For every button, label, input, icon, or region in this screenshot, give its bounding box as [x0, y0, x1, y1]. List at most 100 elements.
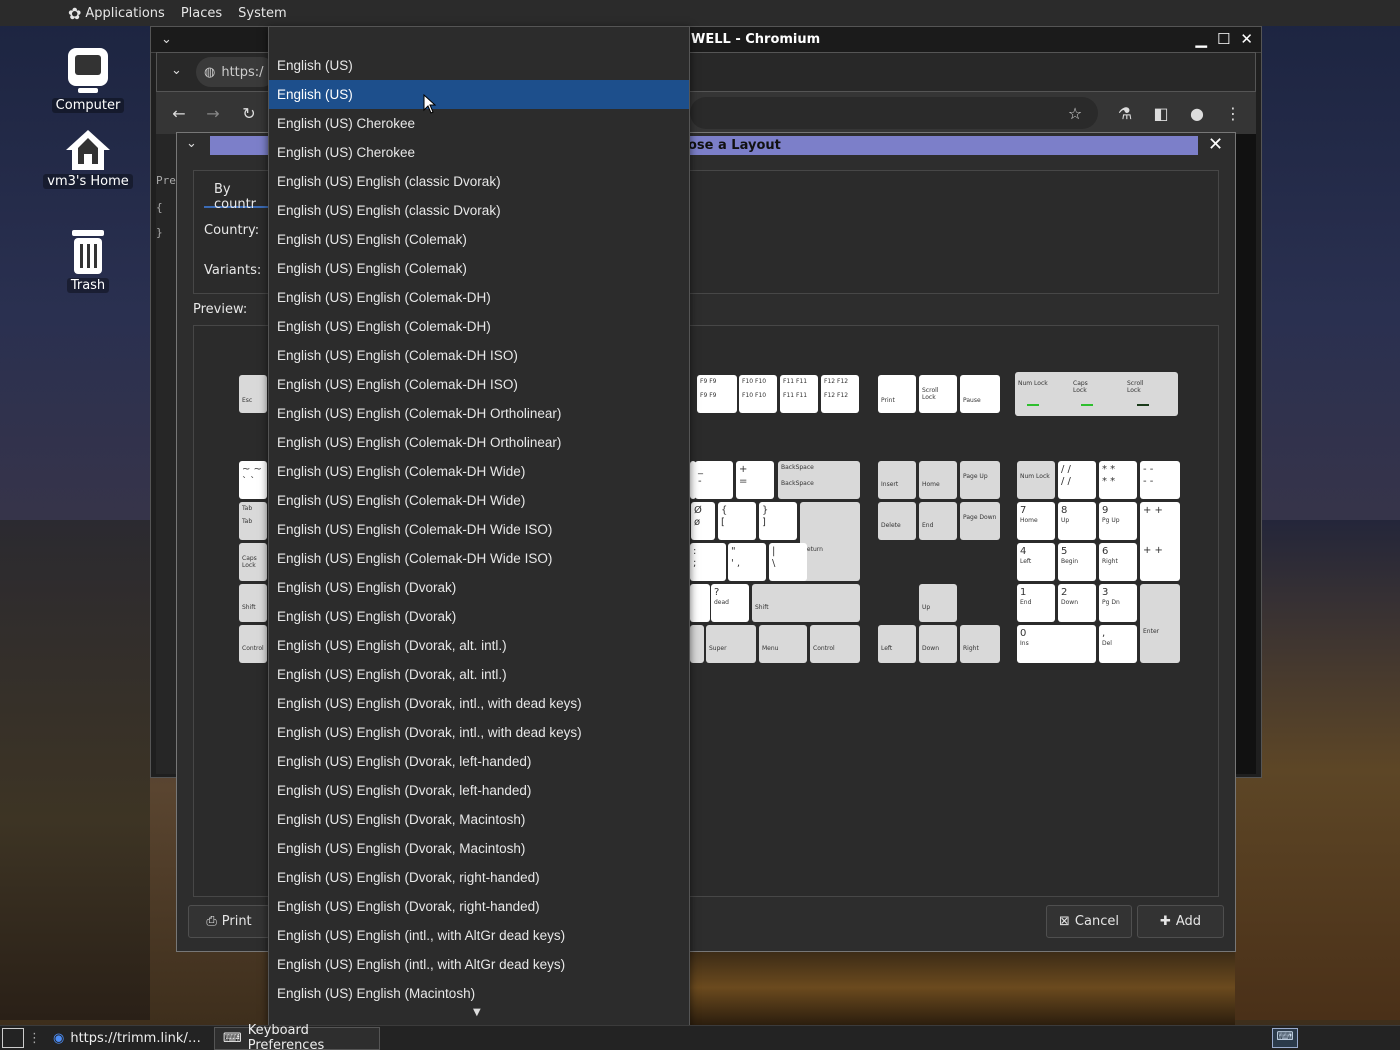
- dropdown-item[interactable]: English (US) English (Dvorak, left-hande…: [269, 776, 689, 805]
- key-kp-5: 5 Begin: [1058, 543, 1096, 581]
- address-tab[interactable]: ◍ https:/: [196, 57, 276, 87]
- dropdown-item[interactable]: English (US) English (Colemak): [269, 225, 689, 254]
- cancel-x-icon: ⊠: [1059, 914, 1070, 929]
- key-kp-minus: - -- -: [1140, 461, 1180, 499]
- dropdown-item[interactable]: English (US) English (Colemak-DH ISO): [269, 370, 689, 399]
- dropdown-item[interactable]: English (US) Cherokee: [269, 138, 689, 167]
- dropdown-item[interactable]: English (US) English (Colemak-DH Wide IS…: [269, 515, 689, 544]
- dropdown-item[interactable]: English (US) English (Dvorak, right-hand…: [269, 863, 689, 892]
- bookmark-star-icon[interactable]: ☆: [1064, 102, 1086, 124]
- dropdown-item[interactable]: English (US) English (Colemak-DH Wide): [269, 486, 689, 515]
- key-f11: F11 F11 F11 F11: [780, 375, 818, 413]
- dropdown-item[interactable]: English (US) English (classic Dvorak): [269, 196, 689, 225]
- key-kp-multiply: * * * *: [1099, 461, 1137, 499]
- key-partial-1: [690, 584, 710, 622]
- dropdown-item[interactable]: English (US) English (Dvorak): [269, 602, 689, 631]
- dropdown-item[interactable]: English (US) English (Colemak-DH Wide IS…: [269, 544, 689, 573]
- key-tab: Tab Tab: [239, 502, 267, 540]
- dropdown-item[interactable]: English (US) English (classic Dvorak): [269, 167, 689, 196]
- dialog-menu-chevron-icon[interactable]: ⌄: [186, 136, 197, 151]
- tab-search-chevron-icon[interactable]: ⌄: [171, 63, 182, 78]
- layout-dropdown-list[interactable]: English (US) English (US) English (US) Che…: [268, 26, 690, 1026]
- profile-icon[interactable]: ●: [1186, 102, 1208, 124]
- add-button[interactable]: ✚ Add: [1137, 905, 1224, 938]
- system-menu[interactable]: System: [238, 6, 286, 21]
- dropdown-item[interactable]: English (US) English (Dvorak, intl., wit…: [269, 718, 689, 747]
- dropdown-item[interactable]: English (US) English (Dvorak, left-hande…: [269, 747, 689, 776]
- more-menu-icon[interactable]: ⋮: [1222, 102, 1244, 124]
- top-panel: ✿ Applications Places System: [0, 0, 1400, 26]
- places-menu[interactable]: Places: [181, 6, 222, 21]
- key-delete: Delete: [878, 502, 916, 540]
- taskbar-item-keyboard-preferences[interactable]: ⌨ Keyboard Preferences: [214, 1023, 380, 1050]
- key-kp-9: 9 Pg Up: [1099, 502, 1137, 540]
- key-return: Return: [800, 502, 860, 581]
- plus-icon: ✚: [1159, 914, 1171, 929]
- dropdown-item[interactable]: English (US): [269, 51, 689, 80]
- dropdown-item[interactable]: English (US) English (intl., with AltGr …: [269, 950, 689, 979]
- reload-icon[interactable]: ↻: [238, 102, 260, 124]
- key-semicolon: :;: [690, 543, 726, 581]
- key-kp-1: 1 End: [1017, 584, 1055, 622]
- dropdown-item[interactable]: English (US) English (Dvorak, Macintosh): [269, 834, 689, 863]
- dropdown-item[interactable]: English (US) English (Dvorak, right-hand…: [269, 892, 689, 921]
- side-panel-icon[interactable]: ◧: [1150, 102, 1172, 124]
- desktop-icon-computer[interactable]: Computer: [33, 46, 143, 113]
- applications-menu[interactable]: ✿ Applications: [68, 4, 165, 23]
- computer-icon: [68, 48, 108, 93]
- page-right-strip: [1236, 134, 1256, 774]
- maximize-icon[interactable]: ☐: [1217, 30, 1230, 48]
- tab-by-country[interactable]: By countr: [204, 180, 274, 212]
- key-end: End: [919, 502, 957, 540]
- dropdown-item[interactable]: English (US) Cherokee: [269, 109, 689, 138]
- dialog-close-icon[interactable]: ✕: [1208, 134, 1223, 155]
- print-button[interactable]: ⎙ Print: [188, 905, 270, 938]
- key-left: Left: [878, 625, 916, 663]
- dropdown-item[interactable]: English (US) English (Dvorak, Macintosh): [269, 805, 689, 834]
- key-menu: Menu: [759, 625, 807, 663]
- back-icon[interactable]: ←: [168, 102, 190, 124]
- key-num-lock: Num Lock: [1017, 461, 1055, 499]
- dropdown-item[interactable]: English (US) English (Dvorak, intl., wit…: [269, 689, 689, 718]
- key-caps-lock: Caps Lock: [239, 543, 267, 581]
- show-desktop-icon[interactable]: [2, 1028, 24, 1048]
- key-kp-0: 0 Ins: [1017, 625, 1096, 663]
- dropdown-item[interactable]: English (US) English (Macintosh): [269, 979, 689, 1008]
- forward-icon[interactable]: →: [202, 102, 224, 124]
- dropdown-item[interactable]: English (US) English (Dvorak, alt. intl.…: [269, 660, 689, 689]
- dropdown-item[interactable]: English (US) English (Colemak-DH): [269, 283, 689, 312]
- scroll-down-arrow-icon[interactable]: ▼: [473, 1007, 481, 1018]
- dropdown-item[interactable]: English (US) English (intl., with AltGr …: [269, 921, 689, 950]
- desktop-icon-home[interactable]: vm3's Home: [33, 128, 143, 189]
- url-bar[interactable]: [690, 97, 1098, 129]
- key-down: Down: [919, 625, 957, 663]
- labs-flask-icon[interactable]: ⚗: [1114, 102, 1136, 124]
- key-question: ? dead: [711, 584, 749, 622]
- desktop-icon-trash[interactable]: Trash: [33, 226, 143, 293]
- close-icon[interactable]: ✕: [1240, 30, 1253, 48]
- key-f9: F9 F9 F9 F9: [697, 375, 737, 413]
- dropdown-item[interactable]: English (US) English (Dvorak): [269, 573, 689, 602]
- key-kp-2: 2 Down: [1058, 584, 1096, 622]
- keyboard-icon: ⌨: [223, 1030, 242, 1046]
- cancel-button[interactable]: ⊠ Cancel: [1046, 905, 1132, 938]
- minimize-icon[interactable]: ▁: [1195, 30, 1207, 48]
- dropdown-item[interactable]: English (US) English (Colemak-DH Wide): [269, 457, 689, 486]
- dropdown-item[interactable]: English (US) English (Colemak-DH Ortholi…: [269, 428, 689, 457]
- variants-label: Variants:: [204, 263, 262, 278]
- dropdown-item[interactable]: English (US) English (Colemak): [269, 254, 689, 283]
- key-kp-6: 6 Right: [1099, 543, 1137, 581]
- key-kp-plus: + + + +: [1140, 502, 1180, 581]
- window-menu-chevron-icon[interactable]: ⌄: [161, 32, 172, 47]
- taskbar-item-chromium[interactable]: ◉ https://trimm.link/…: [45, 1027, 210, 1050]
- dropdown-item[interactable]: English (US) English (Colemak-DH Ortholi…: [269, 399, 689, 428]
- scroll-lock-led: [1137, 404, 1149, 406]
- dropdown-item[interactable]: English (US) English (Dvorak, alt. intl.…: [269, 631, 689, 660]
- keyboard-layout-indicator-icon[interactable]: ⌨: [1272, 1028, 1298, 1048]
- key-page-down: Page Down: [960, 502, 1000, 540]
- dropdown-item[interactable]: English (US) English (Colemak-DH): [269, 312, 689, 341]
- key-bracket-right: }]: [759, 502, 797, 540]
- dropdown-item[interactable]: English (US): [269, 80, 689, 109]
- workspace-separator-icon: ⋮: [28, 1030, 41, 1046]
- dropdown-item[interactable]: English (US) English (Colemak-DH ISO): [269, 341, 689, 370]
